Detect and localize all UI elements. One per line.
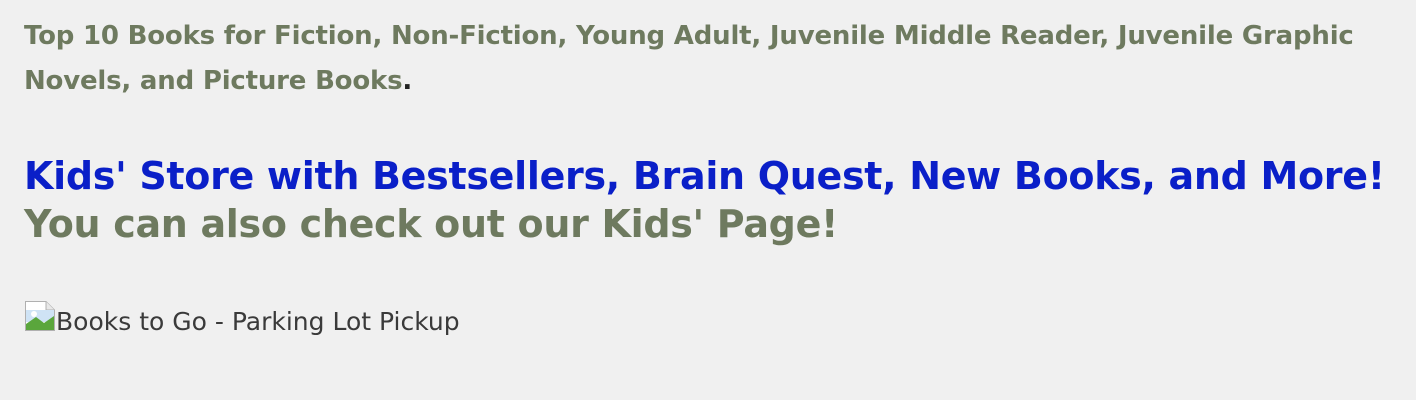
broken-image-icon [25, 301, 55, 331]
kids-page-link[interactable]: You can also check out our Kids' Page! [24, 202, 838, 246]
top10-books-link[interactable]: Top 10 Books for Fiction, Non-Fiction, Y… [24, 21, 1354, 96]
image-alt-text: Books to Go - Parking Lot Pickup [56, 307, 460, 336]
books-to-go-image-link[interactable]: Books to Go - Parking Lot Pickup [24, 300, 460, 338]
kids-store-link[interactable]: Kids' Store with Bestsellers, Brain Ques… [24, 152, 1385, 200]
kids-page-heading: You can also check out our Kids' Page! [24, 200, 838, 248]
top10-paragraph: Top 10 Books for Fiction, Non-Fiction, Y… [24, 14, 1384, 104]
top10-period: . [402, 66, 413, 96]
